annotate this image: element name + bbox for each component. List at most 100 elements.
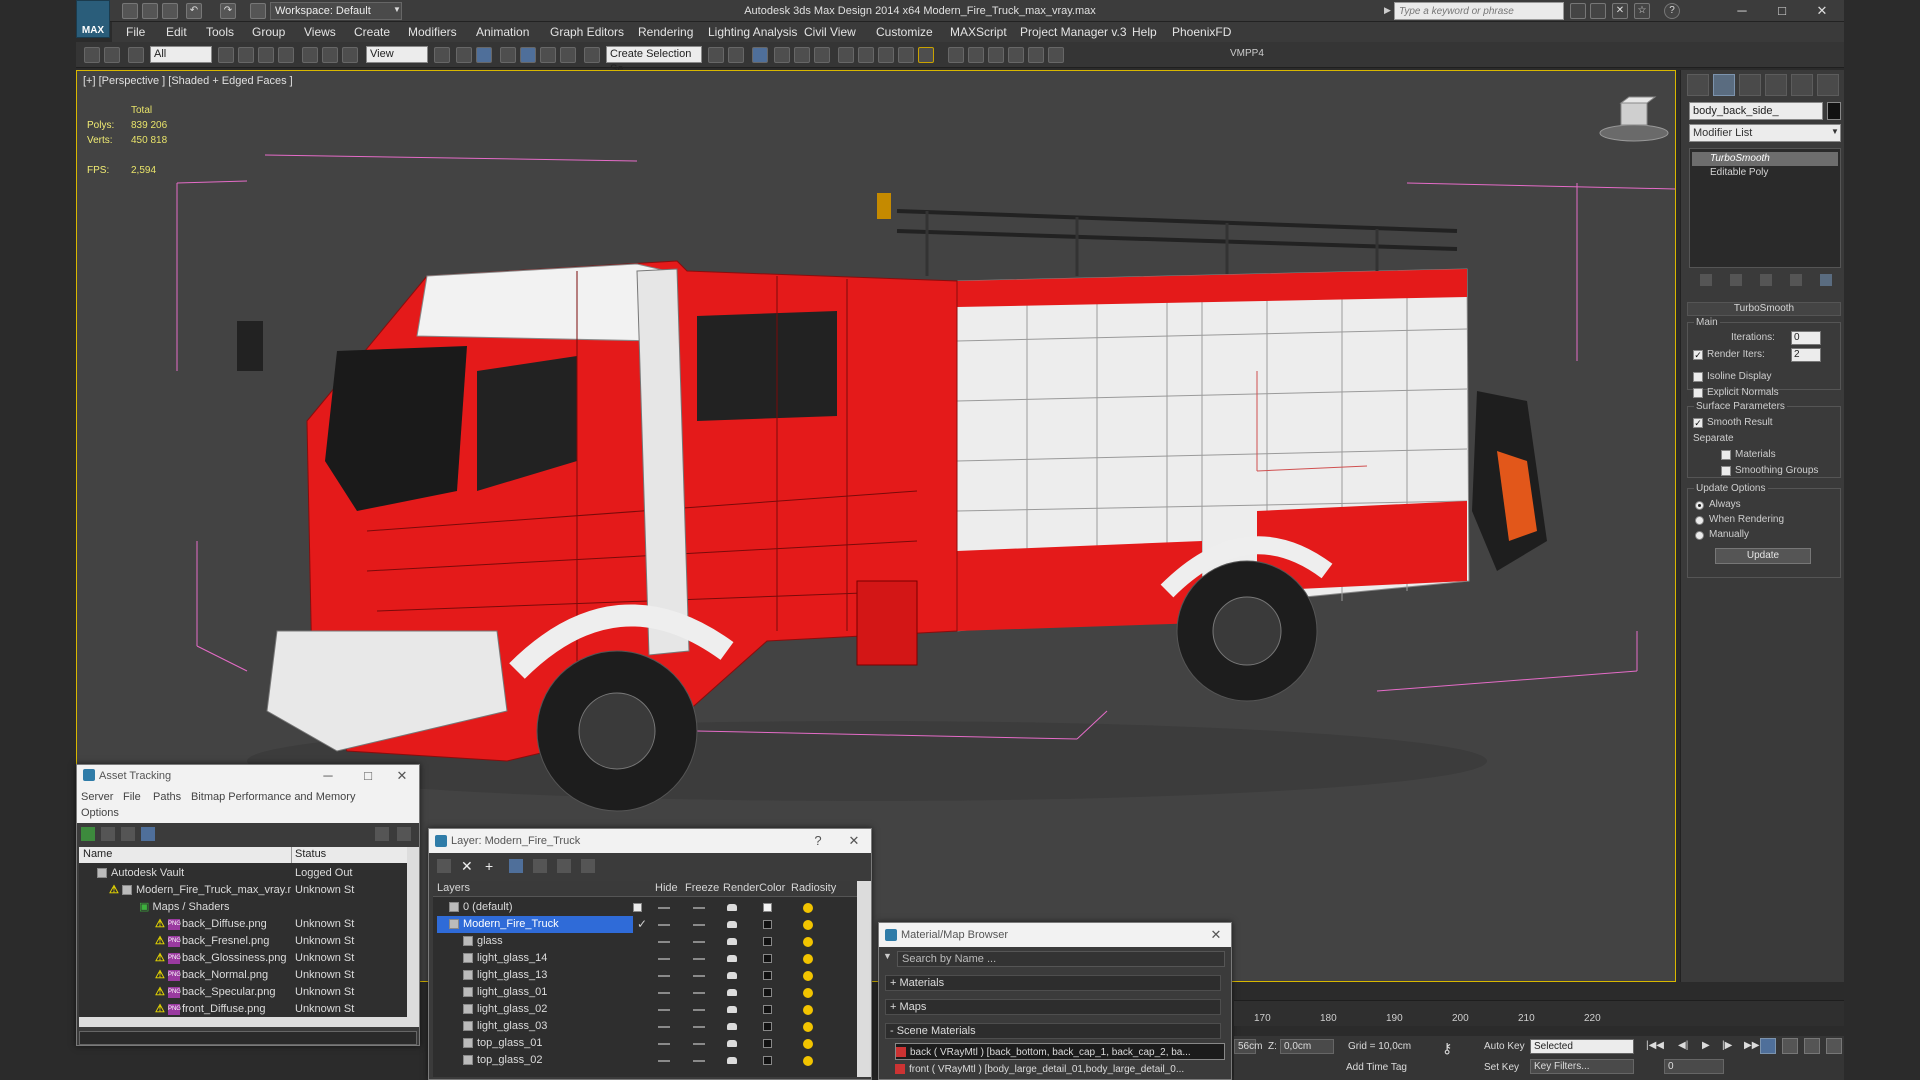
auto-key-button[interactable]: Auto Key xyxy=(1484,1041,1525,1052)
help-icon[interactable] xyxy=(375,827,389,841)
hide-toggle[interactable] xyxy=(658,1026,670,1028)
asset-row-vault[interactable]: Autodesk Vault xyxy=(97,865,291,882)
freeze-toggle[interactable] xyxy=(693,1043,705,1045)
new-file-icon[interactable] xyxy=(122,3,138,19)
layer-color-swatch[interactable] xyxy=(763,954,772,963)
hide-toggle[interactable] xyxy=(658,1060,670,1062)
hide-toggle[interactable] xyxy=(658,1043,670,1045)
render-teapot-icon[interactable] xyxy=(727,1023,737,1030)
menu-animation[interactable]: Animation xyxy=(472,22,533,42)
radiosity-bulb-icon[interactable] xyxy=(803,1022,813,1032)
select-object-icon[interactable] xyxy=(218,47,234,63)
make-unique-icon[interactable] xyxy=(1760,274,1772,286)
layer-color-swatch[interactable] xyxy=(763,1056,772,1065)
menu-maxscript[interactable]: MAXScript xyxy=(946,22,1011,42)
previous-frame-icon[interactable]: ◀| xyxy=(1678,1040,1688,1051)
help-icon[interactable]: ? xyxy=(1664,3,1680,19)
render-setup-icon[interactable] xyxy=(858,47,874,63)
maps-section[interactable]: + Maps xyxy=(885,999,1221,1015)
smooth-result-checkbox[interactable]: ✓ xyxy=(1693,418,1703,428)
display-tab-icon[interactable] xyxy=(1791,74,1813,96)
asset-row-texture[interactable]: ⚠ PNGback_Normal.png xyxy=(155,967,291,984)
render-iters-spinner[interactable]: 2 xyxy=(1791,348,1821,362)
key-filters-button[interactable]: Key Filters... xyxy=(1530,1059,1634,1074)
highlight-selected-icon[interactable] xyxy=(533,859,547,873)
menu-phoenixfd[interactable]: PhoenixFD xyxy=(1168,22,1235,42)
stack-item-editable-poly[interactable]: Editable Poly xyxy=(1692,166,1838,180)
freeze-toggle[interactable] xyxy=(693,1060,705,1062)
time-slider-track[interactable]: 170 180 190 200 210 220 xyxy=(1234,1000,1844,1026)
scene-material-item[interactable]: back ( VRayMtl ) [back_bottom, back_cap_… xyxy=(895,1043,1225,1060)
vray-render-icon[interactable] xyxy=(948,47,964,63)
vray-frame-buffer-icon[interactable] xyxy=(968,47,984,63)
hide-toggle[interactable] xyxy=(658,1009,670,1011)
render-teapot-icon[interactable] xyxy=(727,938,737,945)
rendered-frame-window-icon[interactable] xyxy=(878,47,894,63)
layer-color-swatch[interactable] xyxy=(763,988,772,997)
communication-center-icon[interactable] xyxy=(1590,3,1606,19)
asset-close-button[interactable]: ✕ xyxy=(389,765,415,787)
layer-object-row[interactable]: glass xyxy=(463,933,643,950)
minimize-button[interactable]: ─ xyxy=(1720,0,1764,22)
spinner-snap-icon[interactable] xyxy=(560,47,576,63)
utilities-tab-icon[interactable] xyxy=(1817,74,1839,96)
radiosity-bulb-icon[interactable] xyxy=(803,1056,813,1066)
layer-object-row[interactable]: light_glass_03 xyxy=(463,1018,643,1035)
radiosity-bulb-icon[interactable] xyxy=(803,937,813,947)
pin-stack-icon[interactable] xyxy=(1700,274,1712,286)
undo-icon[interactable]: ↶ xyxy=(186,3,202,19)
settings-icon[interactable] xyxy=(397,827,411,841)
menu-help[interactable]: Help xyxy=(1128,22,1161,42)
show-end-result-icon[interactable] xyxy=(1730,274,1742,286)
asset-menu-file[interactable]: File xyxy=(123,791,141,803)
vertical-scrollbar[interactable] xyxy=(407,847,419,1027)
radiosity-bulb-icon[interactable] xyxy=(803,988,813,998)
layer-object-row[interactable]: light_glass_02 xyxy=(463,1001,643,1018)
configure-sets-icon[interactable] xyxy=(1820,274,1832,286)
menu-group[interactable]: Group xyxy=(248,22,289,42)
radiosity-bulb-icon[interactable] xyxy=(803,971,813,981)
vray-sun-icon[interactable] xyxy=(1048,47,1064,63)
add-to-layer-icon[interactable]: + xyxy=(485,859,499,873)
next-frame-icon[interactable]: |▶ xyxy=(1722,1040,1732,1051)
table-view-icon[interactable] xyxy=(141,827,155,841)
menu-edit[interactable]: Edit xyxy=(162,22,191,42)
layer-color-swatch[interactable] xyxy=(763,971,772,980)
menu-create[interactable]: Create xyxy=(350,22,394,42)
chevron-down-icon[interactable]: ▼ xyxy=(393,5,401,14)
menu-customize[interactable]: Customize xyxy=(872,22,937,42)
keyboard-shortcut-override-icon[interactable] xyxy=(476,47,492,63)
render-teapot-icon[interactable] xyxy=(727,989,737,996)
freeze-toggle[interactable] xyxy=(693,1026,705,1028)
asset-menu-options[interactable]: Options xyxy=(81,807,119,819)
render-teapot-icon[interactable] xyxy=(727,972,737,979)
align-icon[interactable] xyxy=(728,47,744,63)
project-folder-icon[interactable] xyxy=(250,3,266,19)
vmpp4-plugin-label[interactable]: VMPP4 xyxy=(1230,48,1264,59)
radiosity-bulb-icon[interactable] xyxy=(803,954,813,964)
rotate-icon[interactable] xyxy=(322,47,338,63)
snaps-toggle-icon[interactable] xyxy=(500,47,516,63)
schematic-view-icon[interactable] xyxy=(814,47,830,63)
refresh-icon[interactable] xyxy=(81,827,95,841)
materials-section[interactable]: + Materials xyxy=(885,975,1221,991)
pivot-center-icon[interactable] xyxy=(434,47,450,63)
star-icon[interactable]: ☆ xyxy=(1634,3,1650,19)
layer-color-swatch[interactable] xyxy=(763,903,772,912)
layer-object-row[interactable]: light_glass_14 xyxy=(463,950,643,967)
menu-modifiers[interactable]: Modifiers xyxy=(404,22,461,42)
app-logo[interactable]: MAX xyxy=(76,0,110,38)
separate-smoothing-groups-checkbox[interactable] xyxy=(1721,466,1731,476)
favorites-icon[interactable]: ✕ xyxy=(1612,3,1628,19)
material-browser-close-button[interactable]: ✕ xyxy=(1203,923,1229,947)
layer-manager-icon[interactable] xyxy=(752,47,768,63)
material-editor-icon[interactable] xyxy=(838,47,854,63)
z-coordinate-field[interactable]: 0,0cm xyxy=(1280,1039,1334,1054)
freeze-all-icon[interactable] xyxy=(581,859,595,873)
asset-row-maps-shaders[interactable]: ▣ Maps / Shaders xyxy=(139,899,291,916)
graphite-ribbon-icon[interactable] xyxy=(774,47,790,63)
menu-lighting-analysis[interactable]: Lighting Analysis xyxy=(704,22,801,42)
freeze-toggle[interactable] xyxy=(693,958,705,960)
turbosmooth-rollout-title[interactable]: TurboSmooth xyxy=(1687,302,1841,316)
help-search-input[interactable]: Type a keyword or phrase xyxy=(1394,2,1564,20)
